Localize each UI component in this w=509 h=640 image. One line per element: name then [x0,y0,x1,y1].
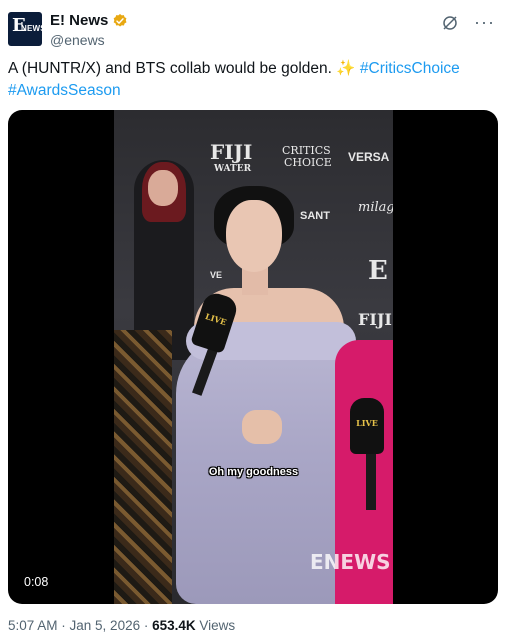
video-timestamp: 0:08 [20,574,53,590]
display-name[interactable]: E! News [50,12,108,29]
hashtag-critics-choice[interactable]: #CriticsChoice [360,60,460,77]
avatar-news: NEWS [21,24,42,33]
enews-watermark: ENEWS [310,550,391,574]
views-label: Views [195,618,236,633]
backdrop-logo-ve: VE [210,270,223,280]
video-frame[interactable]: FIJI WATER CRITICS CHOICE VERSA SANT mil… [114,110,393,604]
backdrop-logo-sant: SANT [300,210,330,222]
name-row: E! News [50,12,128,29]
backdrop-logo-choice: CHOICE [284,156,332,169]
backdrop-logo-water: WATER [214,164,252,174]
backdrop-logo-fiji-2: FIJI [358,310,392,329]
backdrop-logo-e: E [368,256,388,286]
tweet-header: E NEWS E! News @enews ··· [8,6,501,50]
background-person-face [148,170,178,206]
video-player[interactable]: FIJI WATER CRITICS CHOICE VERSA SANT mil… [8,110,498,604]
hashtag-awards-season[interactable]: #AwardsSeason [8,82,121,99]
views-count: 653.4K [152,618,196,633]
backdrop-logo-fiji: FIJI [210,140,253,164]
mic-left-label: LIVE [204,311,228,328]
meta-separator: · [57,618,70,633]
verified-badge-icon [114,13,127,27]
backdrop-logo-versa: VERSA [348,150,390,164]
sparkle-emoji: ✨ [336,60,356,77]
post-time[interactable]: 5:07 AM [8,618,58,633]
more-icon[interactable]: ··· [474,12,495,33]
subject-face [226,200,282,272]
handle[interactable]: @enews [50,32,105,48]
meta-separator: · [140,618,153,633]
mic-handle-right [366,450,376,510]
tweet-text: A (HUNTR/X) and BTS collab would be gold… [8,58,498,102]
grok-icon[interactable] [441,14,459,32]
backdrop-logo-milagro: milagro [358,200,393,215]
mic-right: LIVE [350,398,384,454]
mic-right-label: LIVE [356,418,378,428]
subject-hands [242,410,282,444]
post-date[interactable]: Jan 5, 2026 [70,618,141,633]
video-caption: Oh my goodness [208,466,299,478]
tweet-meta: 5:07 AM · Jan 5, 2026 · 653.4K Views [8,618,235,633]
avatar[interactable]: E NEWS [8,12,42,46]
tweet-text-main: A (HUNTR/X) and BTS collab would be gold… [8,60,337,77]
